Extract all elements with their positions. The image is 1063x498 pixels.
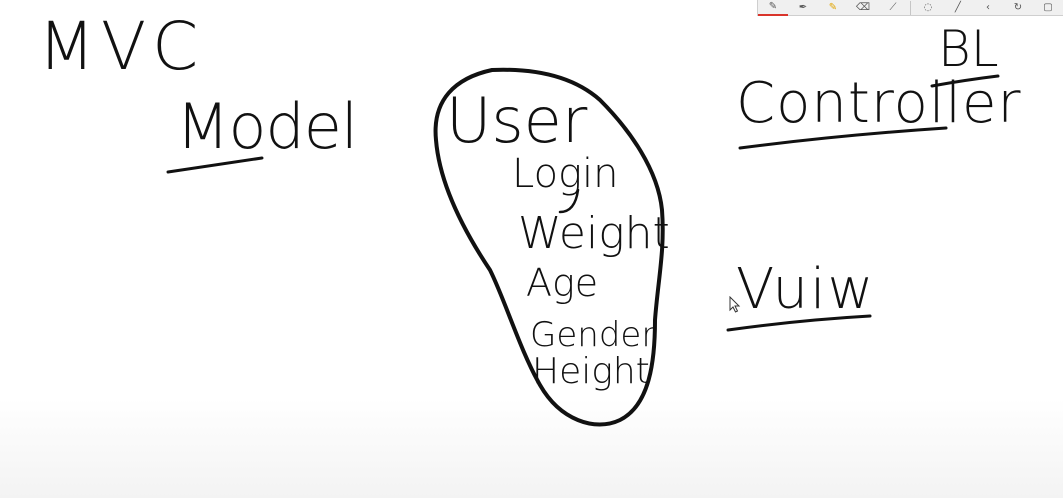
user-field-weight: Weight bbox=[518, 208, 670, 259]
user-field-login: Login bbox=[512, 151, 619, 197]
user-label: User bbox=[446, 84, 588, 157]
user-field-age: Age bbox=[526, 261, 599, 305]
controller-note-bl: BL bbox=[938, 20, 999, 78]
view-label: Vuiw bbox=[736, 257, 876, 322]
user-field-height: Height bbox=[532, 351, 650, 392]
model-label: Model bbox=[176, 90, 358, 163]
user-field-gender: Gender bbox=[530, 315, 656, 355]
board-title: MVC bbox=[38, 8, 205, 85]
mouse-cursor-icon bbox=[729, 296, 741, 313]
whiteboard-canvas[interactable]: ✎ ✒ ✎ ⌫ ⟋ ◌ ╱ ‹ ↻ ▢ MVC Model User Login… bbox=[0, 0, 1063, 498]
controller-label: Controller bbox=[736, 71, 1022, 136]
